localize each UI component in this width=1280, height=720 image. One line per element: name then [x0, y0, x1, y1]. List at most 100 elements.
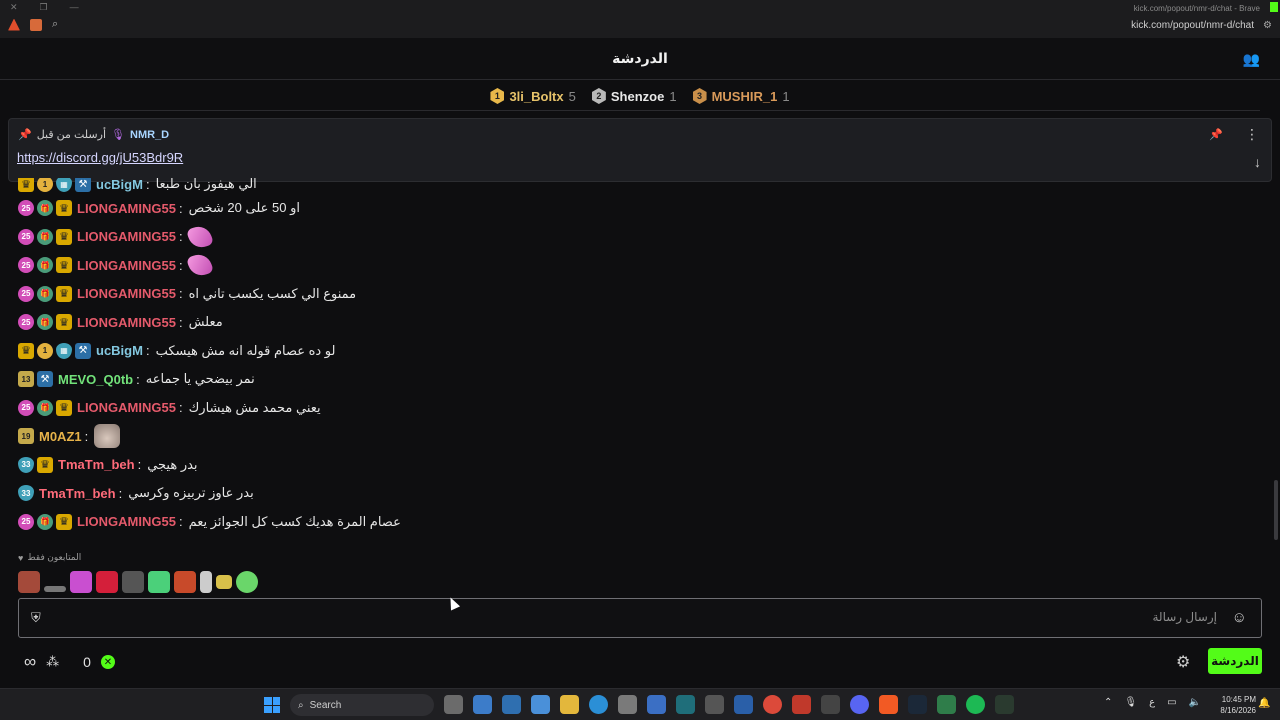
subscriber-badge-icon[interactable]: 25	[18, 228, 34, 245]
moderator-badge-icon[interactable]: ⚒	[75, 178, 91, 192]
emoji-icon[interactable]: ☺	[1232, 609, 1247, 626]
chat-username[interactable]: LIONGAMING55	[77, 201, 176, 216]
restore-window-icon[interactable]: ❐	[40, 2, 48, 13]
subscriber-badge-icon[interactable]: 25	[18, 200, 34, 217]
pink-emote-icon[interactable]	[185, 222, 214, 251]
file-explorer-icon[interactable]	[560, 695, 579, 714]
moderator-badge-icon[interactable]: ⚒	[37, 371, 53, 388]
emote-icon[interactable]	[200, 571, 212, 593]
emote-icon[interactable]	[236, 571, 258, 593]
task-view-icon[interactable]	[444, 695, 463, 714]
windows-start-icon[interactable]	[264, 697, 280, 713]
taskbar-search[interactable]: ⌕ Search	[290, 694, 434, 716]
gear-icon[interactable]: ⚙	[1176, 652, 1190, 672]
subscriber-badge-icon[interactable]: 25	[18, 513, 34, 530]
emote-icon[interactable]	[44, 586, 66, 592]
gift-badge-icon[interactable]: 🎁	[37, 513, 53, 530]
brave-shield-icon[interactable]	[30, 18, 42, 31]
store-icon[interactable]	[618, 695, 637, 714]
chat-username[interactable]: LIONGAMING55	[77, 258, 176, 273]
chrome-icon[interactable]	[763, 695, 782, 714]
subscriber-badge-icon[interactable]: 25	[18, 314, 34, 331]
chat-username[interactable]: ucBigM	[96, 178, 143, 192]
chat-username[interactable]: TmaTm_beh	[58, 457, 135, 472]
crown-badge-icon[interactable]: ♛	[56, 285, 72, 302]
widgets-icon[interactable]	[502, 695, 521, 714]
chat-username[interactable]: LIONGAMING55	[77, 514, 176, 529]
users-icon[interactable]: 👥	[1243, 51, 1260, 68]
emote-icon[interactable]	[174, 571, 196, 593]
moderator-badge-icon[interactable]: ⚒	[75, 342, 91, 359]
app-icon[interactable]	[937, 695, 956, 714]
subscriber-shield-badge-icon[interactable]: 33	[18, 456, 34, 473]
network-icon[interactable]: ▭	[1167, 697, 1176, 708]
crown-badge-icon[interactable]: ♛	[56, 314, 72, 331]
gift-badge-icon[interactable]: 🎁	[37, 228, 53, 245]
emote-icon[interactable]	[148, 571, 170, 593]
spotify-icon[interactable]	[966, 695, 985, 714]
emote-icon[interactable]	[122, 571, 144, 593]
crown-badge-icon[interactable]: ♛	[56, 228, 72, 245]
crown-badge-icon[interactable]: ♛	[56, 399, 72, 416]
site-settings-icon[interactable]: ⚙	[1263, 20, 1272, 31]
crown-badge-icon[interactable]: ♛	[37, 456, 53, 473]
emote-icon[interactable]	[70, 571, 92, 593]
cat-emote-icon[interactable]	[94, 424, 121, 449]
volume-icon[interactable]: 🔈	[1189, 697, 1201, 708]
chevron-down-icon[interactable]: ↓	[1254, 154, 1261, 170]
gift-badge-icon[interactable]: 🎁	[37, 399, 53, 416]
leaderboard-entry[interactable]: 3 MUSHIR_1 1	[692, 88, 790, 104]
crown-badge-icon[interactable]: ♛	[56, 200, 72, 217]
subscriber-badge-icon[interactable]: 25	[18, 257, 34, 274]
chat-username[interactable]: LIONGAMING55	[77, 400, 176, 415]
chevron-up-icon[interactable]: ⌃	[1104, 697, 1112, 708]
send-chat-button[interactable]: الدردشة	[1208, 648, 1262, 674]
subscriber-months-badge-icon[interactable]: 13	[18, 371, 34, 388]
chat-username[interactable]: LIONGAMING55	[77, 286, 176, 301]
edge-icon[interactable]	[589, 695, 608, 714]
crown-badge-icon[interactable]: ♛	[18, 178, 34, 192]
app-icon[interactable]	[995, 695, 1014, 714]
kick-currency-icon[interactable]: ✕	[100, 655, 115, 669]
gifter-badge-icon[interactable]: 1	[37, 342, 53, 359]
subscriber-months-badge-icon[interactable]: 19	[18, 428, 34, 445]
og-badge-icon[interactable]: ▦	[56, 342, 72, 359]
taskbar-clock[interactable]: 10:45 PM 8/16/2026	[1208, 694, 1256, 716]
shield-icon[interactable]: ⛨	[31, 610, 41, 626]
crown-badge-icon[interactable]: ♛	[56, 513, 72, 530]
pin-toggle-icon[interactable]: 📌	[1209, 128, 1223, 141]
capcut-icon[interactable]	[705, 695, 724, 714]
chat-username[interactable]: LIONGAMING55	[77, 315, 176, 330]
app-icon[interactable]	[531, 695, 550, 714]
emote-icon[interactable]	[18, 571, 40, 593]
address-bar-url[interactable]: kick.com/popout/nmr-d/chat	[1131, 20, 1254, 31]
close-window-icon[interactable]: ✕	[10, 2, 18, 13]
app-icon[interactable]	[792, 695, 811, 714]
warning-icon[interactable]	[8, 18, 20, 31]
brave-icon[interactable]	[879, 695, 898, 714]
minimize-window-icon[interactable]: —	[70, 2, 79, 13]
chat-username[interactable]: TmaTm_beh	[39, 486, 116, 501]
notepad-icon[interactable]	[473, 695, 492, 714]
emote-icon[interactable]	[216, 575, 232, 589]
app-icon[interactable]	[647, 695, 666, 714]
gift-badge-icon[interactable]: 🎁	[37, 200, 53, 217]
obs-icon[interactable]	[821, 695, 840, 714]
emote-icon[interactable]	[96, 571, 118, 593]
gift-badge-icon[interactable]: 🎁	[37, 285, 53, 302]
kick-extension-icon[interactable]	[1270, 2, 1278, 12]
gift-badge-icon[interactable]: 🎁	[37, 314, 53, 331]
gifter-badge-icon[interactable]: 1	[37, 178, 53, 192]
scrollbar[interactable]	[1274, 480, 1278, 540]
notification-icon[interactable]: 🔔	[1258, 698, 1270, 709]
chat-username[interactable]: ucBigM	[96, 343, 143, 358]
pink-emote-icon[interactable]	[185, 251, 214, 280]
app-icon[interactable]	[676, 695, 695, 714]
discord-icon[interactable]	[850, 695, 869, 714]
gift-badge-icon[interactable]: 🎁	[37, 257, 53, 274]
leaderboard-entry[interactable]: 1 3li_Boltx 5	[490, 88, 576, 104]
subscriber-badge-icon[interactable]: 25	[18, 399, 34, 416]
pinned-user[interactable]: NMR_D	[130, 129, 169, 141]
chat-username[interactable]: LIONGAMING55	[77, 229, 176, 244]
language-indicator[interactable]: ع	[1149, 697, 1155, 708]
